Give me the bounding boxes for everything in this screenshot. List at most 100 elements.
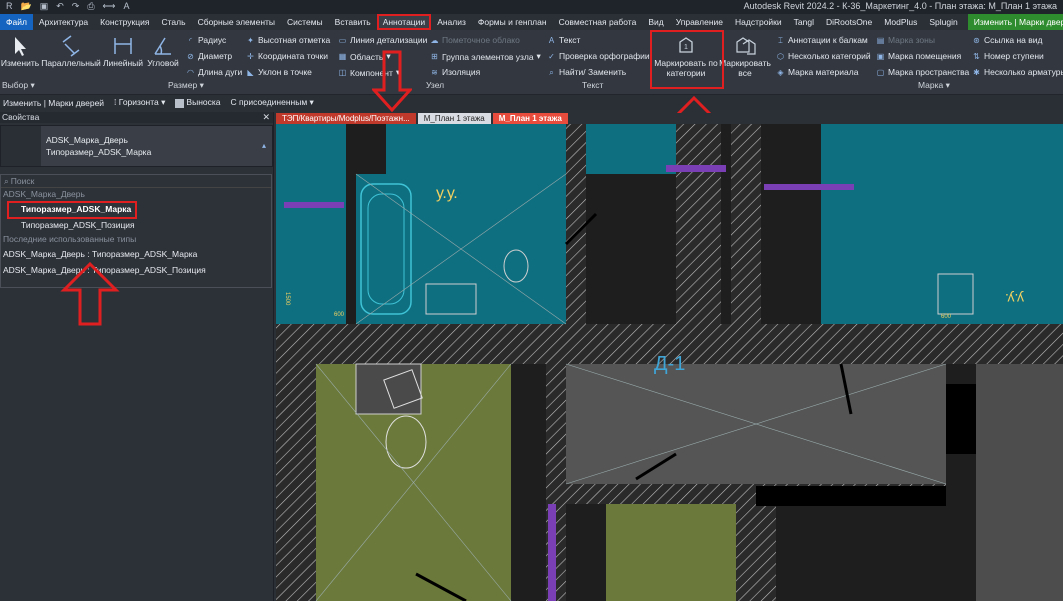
spot-coordinate-button[interactable]: ✛ Координата точки <box>246 51 328 61</box>
desk[interactable] <box>355 363 422 415</box>
space-tag-button[interactable]: ▢ Марка пространства <box>876 67 970 77</box>
revision-cloud-button[interactable]: ☁ Пометочное облако <box>430 35 520 45</box>
room-teal-right[interactable] <box>821 124 1063 324</box>
detail-group-label: Группа элементов узла <box>442 51 534 62</box>
save-icon[interactable]: ▣ <box>40 1 49 12</box>
dim-parallel-button[interactable]: Параллельный <box>41 32 101 68</box>
type-item-selected[interactable]: Типоразмер_ADSK_Марка <box>1 201 271 219</box>
ribbon-tab-11[interactable]: Вид <box>642 14 669 30</box>
ribbon-tab-17[interactable]: Splugin <box>923 14 963 30</box>
close-icon[interactable]: ✕ <box>262 112 270 123</box>
ribbon-tab-13[interactable]: Надстройки <box>729 14 788 30</box>
multi-rebar-button[interactable]: ✱ Несколько арматуры <box>972 67 1063 77</box>
text-button[interactable]: A Текст <box>547 35 581 45</box>
view-tab-plan[interactable]: М_План 1 этажа <box>417 113 491 124</box>
find-replace-label: Найти/ Заменить <box>559 67 627 77</box>
spot-coordinate-icon: ✛ <box>247 51 254 61</box>
spelling-button[interactable]: ✓ Проверка орфографии <box>547 51 650 61</box>
panel-dimension[interactable]: Размер ▾ <box>168 80 204 91</box>
material-tag-label: Марка материала <box>788 67 859 77</box>
spot-elevation-button[interactable]: ✦ Высотная отметка <box>246 35 330 45</box>
recent-type-item[interactable]: ADSK_Марка_Дверь : Типоразмер_ADSK_Позиц… <box>1 262 271 278</box>
ribbon-tab-2[interactable]: Конструкция <box>94 14 155 30</box>
room-olive-bottom[interactable] <box>606 504 736 601</box>
search-icon: ⌕ <box>4 176 9 186</box>
ribbon-tab-14[interactable]: Tangl <box>788 14 820 30</box>
area-tag-button[interactable]: ▤ Марка зоны <box>876 35 935 45</box>
wall-vertical[interactable] <box>731 124 761 324</box>
beam-annotations-button[interactable]: ⌶ Аннотации к балкам <box>776 35 868 45</box>
detail-group-button[interactable]: ⊞ Группа элементов узла ▾ <box>430 51 541 62</box>
redo-icon[interactable]: ↷ <box>72 1 80 12</box>
ribbon-tab-16[interactable]: ModPlus <box>878 14 923 30</box>
ribbon-tab-15[interactable]: DiRootsOne <box>820 14 878 30</box>
insulation-button[interactable]: ≋ Изоляция <box>430 67 480 77</box>
room-teal-top[interactable] <box>386 124 676 174</box>
arc-length-button[interactable]: ◠ Длина дуги <box>186 67 242 77</box>
leader-checkbox[interactable]: Выноска <box>175 97 221 108</box>
tread-number-label: Номер ступени <box>984 51 1044 61</box>
diameter-button[interactable]: ⊘ Диаметр <box>186 51 232 61</box>
checkbox-checked-icon <box>175 98 185 108</box>
tread-number-button[interactable]: ⇅ Номер ступени <box>972 51 1044 61</box>
panel-detail-label: Узел <box>426 80 445 90</box>
radius-button[interactable]: ◜ Радиус <box>186 35 226 45</box>
open-icon[interactable]: 📂 <box>21 1 32 12</box>
ribbon-tab-3[interactable]: Сталь <box>156 14 192 30</box>
attach-select[interactable]: С присоединенным ▾ <box>231 97 314 108</box>
room-tag-button[interactable]: ▣ Марка помещения <box>876 51 961 61</box>
undo-icon[interactable]: ↶ <box>56 1 64 12</box>
text-label: Текст <box>559 35 581 45</box>
room-gray-right[interactable] <box>976 364 1063 601</box>
type-selector[interactable]: ADSK_Марка_Дверь Типоразмер_ADSK_Марка ▴ <box>0 125 273 167</box>
area-tag-label: Марка зоны <box>888 35 935 45</box>
search-placeholder: Поиск <box>10 176 35 186</box>
panel-tag[interactable]: Марка ▾ <box>918 80 950 91</box>
view-tab-plan-active[interactable]: М_План 1 этажа <box>492 113 568 124</box>
home-icon[interactable]: R <box>6 1 13 12</box>
ribbon-tab-5[interactable]: Системы <box>281 14 329 30</box>
room-tag-uu-2[interactable]: у.у. <box>1005 291 1024 307</box>
ribbon-tab-0[interactable]: Файл <box>0 14 33 30</box>
quick-access-toolbar: R 📂 ▣ ↶ ↷ ⎙ ⟷ A <box>6 1 129 12</box>
wall-vertical[interactable] <box>276 364 316 601</box>
type-search[interactable]: ⌕ Поиск <box>1 175 271 188</box>
drawing-canvas[interactable]: у.у. у.у. Д-1 600 600 1500 <box>276 124 1063 601</box>
ribbon-tab-6[interactable]: Вставить <box>329 14 377 30</box>
multi-category-button[interactable]: ⬡ Несколько категорий <box>776 51 871 61</box>
ribbon-tab-4[interactable]: Сборные элементы <box>192 14 281 30</box>
ribbon-tab-10[interactable]: Совместная работа <box>553 14 643 30</box>
view-tab-tep[interactable]: ТЭП/Квартиры/Modplus/Поэтажн... <box>276 113 416 124</box>
material-tag-button[interactable]: ◈ Марка материала <box>776 67 858 77</box>
recent-type-item[interactable]: ADSK_Марка_Дверь : Типоразмер_ADSK_Марка <box>1 246 271 262</box>
orientation-select[interactable]: ⁞ Горизонта ▾ <box>114 97 165 108</box>
wall-vertical[interactable] <box>676 124 721 324</box>
modify-button[interactable]: Изменить <box>1 32 39 68</box>
ribbon-tab-8[interactable]: Анализ <box>431 14 472 30</box>
type-item[interactable]: Типоразмер_ADSK_Позиция <box>1 217 271 233</box>
tag-all-button[interactable]: Маркировать все <box>719 32 771 78</box>
door-tag[interactable]: Д-1 <box>654 353 685 375</box>
print-icon[interactable]: ⎙ <box>87 1 94 12</box>
detail-line-button[interactable]: ▭ Линия детализации <box>338 35 428 45</box>
ribbon-tab-18[interactable]: Изменить | Марки дверей <box>967 14 1063 30</box>
dim-angular-button[interactable]: Угловой <box>145 32 181 68</box>
room-tag-uu-1[interactable]: у.у. <box>436 185 458 202</box>
text-icon[interactable]: A <box>123 1 129 12</box>
find-replace-button[interactable]: ⌕ Найти/ Заменить <box>547 67 626 77</box>
ribbon-tab-1[interactable]: Архитектура <box>33 14 94 30</box>
view-reference-button[interactable]: ⊛ Ссылка на вид <box>972 35 1042 45</box>
ribbon-tab-9[interactable]: Формы и генплан <box>472 14 553 30</box>
dim-linear-button[interactable]: Линейный <box>102 32 144 68</box>
room-tag-label: Марка помещения <box>888 51 962 61</box>
room-tag-icon: ▣ <box>876 51 885 61</box>
spot-slope-button[interactable]: ◣ Уклон в точке <box>246 67 311 77</box>
ribbon-tab-7[interactable]: Аннотации <box>376 14 432 30</box>
panel-select[interactable]: Выбор ▾ <box>2 80 35 91</box>
measure-icon[interactable]: ⟷ <box>103 1 116 12</box>
ribbon-tab-12[interactable]: Управление <box>670 14 729 30</box>
wall-vertical[interactable] <box>736 504 776 601</box>
detail-line-label: Линия детализации <box>350 35 428 45</box>
wall-vertical[interactable] <box>566 124 586 324</box>
dim-linear-label: Линейный <box>102 58 144 68</box>
